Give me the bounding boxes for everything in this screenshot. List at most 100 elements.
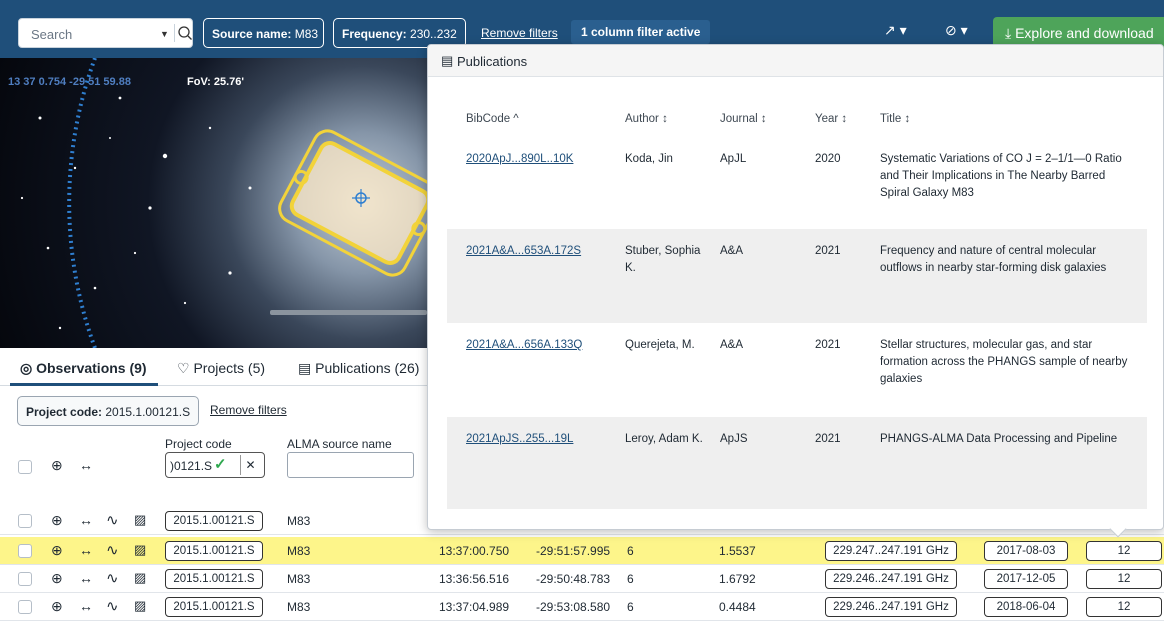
source-name-filter-value: M83 <box>294 27 319 41</box>
frequency-pill[interactable]: 229.246..247.191 GHz <box>825 597 957 617</box>
project-code-pill[interactable]: 2015.1.00121.S <box>165 541 263 561</box>
source-name-filter-chip[interactable]: Source name: M83 <box>203 18 324 48</box>
crosshair-icon[interactable]: ⊕ <box>51 457 63 474</box>
arrows-horizontal-icon[interactable]: ↔ <box>79 570 93 586</box>
remove-project-filters-link[interactable]: Remove filters <box>210 403 287 417</box>
frequency-pill[interactable]: 229.246..247.191 GHz <box>825 569 957 589</box>
arrows-horizontal-icon[interactable]: ↔ <box>79 542 93 558</box>
frequency-filter-label: Frequency: <box>342 27 407 41</box>
date-pill[interactable]: 2017-12-05 <box>984 569 1068 589</box>
publication-row[interactable]: 2021A&A...656A.133Q Querejeta, M. A&A 2021 S… <box>447 323 1147 417</box>
table-row[interactable]: ⊕ ↔ ∿ ▨ 2015.1.00121.S M83 13:37:00.750 -29:51:… <box>0 537 1164 565</box>
column-header-project-code[interactable]: Project code <box>165 437 232 451</box>
source-name-filter-label: Source name: <box>212 27 292 41</box>
project-code-filter-input-value: )0121.S <box>170 459 213 473</box>
dec-cell: -29:51:57.995 <box>536 544 611 558</box>
date-pill[interactable]: 2018-06-04 <box>984 597 1068 617</box>
crosshair-icon[interactable]: ⊕ <box>51 542 63 559</box>
eye-icon: ◎ <box>20 360 37 376</box>
value-cell: 1.5537 <box>719 544 756 558</box>
frequency-pill[interactable]: 229.247..247.191 GHz <box>825 541 957 561</box>
bibcode-link[interactable]: 2021ApJS..255...19L <box>466 431 573 448</box>
remove-filters-link[interactable]: Remove filters <box>481 26 558 40</box>
publication-row[interactable]: 2020ApJ...890L..10K Koda, Jin ApJL 2020 Syst… <box>447 137 1147 229</box>
count-pill[interactable]: 12 <box>1086 597 1162 617</box>
project-code-pill[interactable]: 2015.1.00121.S <box>165 569 263 589</box>
help-icon[interactable]: ⊘ ▾ <box>945 22 968 39</box>
spectrum-icon[interactable]: ∿ <box>106 569 119 587</box>
table-row[interactable]: ⊕ ↔ ∿ ▨ 2015.1.00121.S M83 13:37:04.989 -29:53:… <box>0 593 1164 621</box>
crosshair-icon[interactable]: ⊕ <box>51 598 63 615</box>
project-code-filter-input[interactable]: )0121.S ✓ ✕ <box>165 452 265 478</box>
value-cell: 0.4484 <box>719 600 756 614</box>
column-header-journal[interactable]: Journal ↕ <box>720 113 767 125</box>
bibcode-link[interactable]: 2021A&A...656A.133Q <box>466 337 582 354</box>
count-pill[interactable]: 12 <box>1086 569 1162 589</box>
row-checkbox[interactable] <box>18 514 32 528</box>
column-header-year[interactable]: Year ↕ <box>815 113 847 125</box>
publications-popup: ▤ Publications BibCode ^ Author ↕ Journa… <box>427 44 1164 530</box>
title-cell: Stellar structures, molecular gas, and s… <box>880 339 1128 385</box>
ra-cell: 13:37:00.750 <box>439 544 510 558</box>
arrows-horizontal-icon[interactable]: ↔ <box>79 457 93 473</box>
year-cell: 2021 <box>815 245 841 257</box>
column-filter-badge[interactable]: 1 column filter active <box>571 20 711 44</box>
author-cell: Stuber, Sophia K. <box>625 245 701 274</box>
bibcode-link[interactable]: 2020ApJ...890L..10K <box>466 151 573 168</box>
source-name-filter-input[interactable] <box>287 452 414 478</box>
spectrum-icon[interactable]: ∿ <box>106 541 119 559</box>
image-icon[interactable]: ▨ <box>134 542 146 558</box>
sky-scrollbar[interactable] <box>270 310 427 315</box>
image-icon[interactable]: ▨ <box>134 598 146 614</box>
search-input[interactable]: Search ▼ <box>18 18 193 48</box>
row-checkbox[interactable] <box>18 600 32 614</box>
frequency-filter-value: 230..232 <box>410 27 457 41</box>
dec-cell: -29:53:08.580 <box>536 600 611 614</box>
count-pill[interactable]: 12 <box>1086 541 1162 561</box>
chevron-down-icon[interactable]: ▼ <box>160 29 169 39</box>
year-cell: 2021 <box>815 433 841 445</box>
tab-projects[interactable]: ♡ Projects (5) <box>177 360 265 377</box>
sky-view[interactable]: 13 37 0.754 -29 51 59.88 FoV: 25.76' <box>0 58 427 348</box>
bibcode-link[interactable]: 2021A&A...653A.172S <box>466 243 581 260</box>
arrows-horizontal-icon[interactable]: ↔ <box>79 598 93 614</box>
ra-cell: 13:37:04.989 <box>439 600 510 614</box>
publication-row[interactable]: 2021ApJS..255...19L Leroy, Adam K. ApJS 202… <box>447 417 1147 509</box>
search-icon[interactable] <box>177 25 193 41</box>
table-row[interactable]: ⊕ ↔ ∿ ▨ 2015.1.00121.S M83 13:36:56.516 -29:50:… <box>0 565 1164 593</box>
source-name-cell: M83 <box>287 600 311 614</box>
checkmark-icon[interactable]: ✓ <box>214 455 236 475</box>
arrows-horizontal-icon[interactable]: ↔ <box>79 512 93 528</box>
clear-icon[interactable]: ✕ <box>240 455 260 475</box>
crosshair-icon[interactable]: ⊕ <box>51 570 63 587</box>
fov-circle <box>67 58 97 348</box>
project-code-filter-chip[interactable]: Project code: 2015.1.00121.S <box>17 396 200 426</box>
row-checkbox[interactable] <box>18 544 32 558</box>
select-all-checkbox[interactable] <box>18 460 32 474</box>
band-cell: 6 <box>627 572 634 586</box>
spectrum-icon[interactable]: ∿ <box>106 511 119 529</box>
project-code-filter-value: 2015.1.00121.S <box>105 405 191 419</box>
column-header-source-name[interactable]: ALMA source name <box>287 437 392 451</box>
date-pill[interactable]: 2017-08-03 <box>984 541 1068 561</box>
dec-cell: -29:50:48.783 <box>536 572 611 586</box>
tab-publications[interactable]: ▤ Publications (26) <box>298 360 419 377</box>
share-icon[interactable]: ↗ ▾ <box>884 22 907 39</box>
publication-row[interactable]: 2021A&A...653A.172S Stuber, Sophia K. A&A 2… <box>447 229 1147 323</box>
footprint-overlay[interactable] <box>275 126 427 280</box>
crosshair-icon[interactable]: ⊕ <box>51 512 63 529</box>
column-header-author[interactable]: Author ↕ <box>625 113 668 125</box>
project-code-pill[interactable]: 2015.1.00121.S <box>165 597 263 617</box>
journal-cell: ApJS <box>720 433 748 445</box>
project-code-pill[interactable]: 2015.1.00121.S <box>165 511 263 531</box>
image-icon[interactable]: ▨ <box>134 570 146 586</box>
project-filter-bar: Project code: 2015.1.00121.S Remove filt… <box>0 386 427 438</box>
book-icon: ▤ <box>441 53 454 68</box>
spectrum-icon[interactable]: ∿ <box>106 597 119 615</box>
column-header-bibcode[interactable]: BibCode ^ <box>466 113 519 125</box>
image-icon[interactable]: ▨ <box>134 512 146 528</box>
column-header-title[interactable]: Title ↕ <box>880 113 910 125</box>
tab-observations[interactable]: ◎ Observations (9) <box>20 360 147 377</box>
row-checkbox[interactable] <box>18 572 32 586</box>
sky-overlay <box>20 58 427 348</box>
